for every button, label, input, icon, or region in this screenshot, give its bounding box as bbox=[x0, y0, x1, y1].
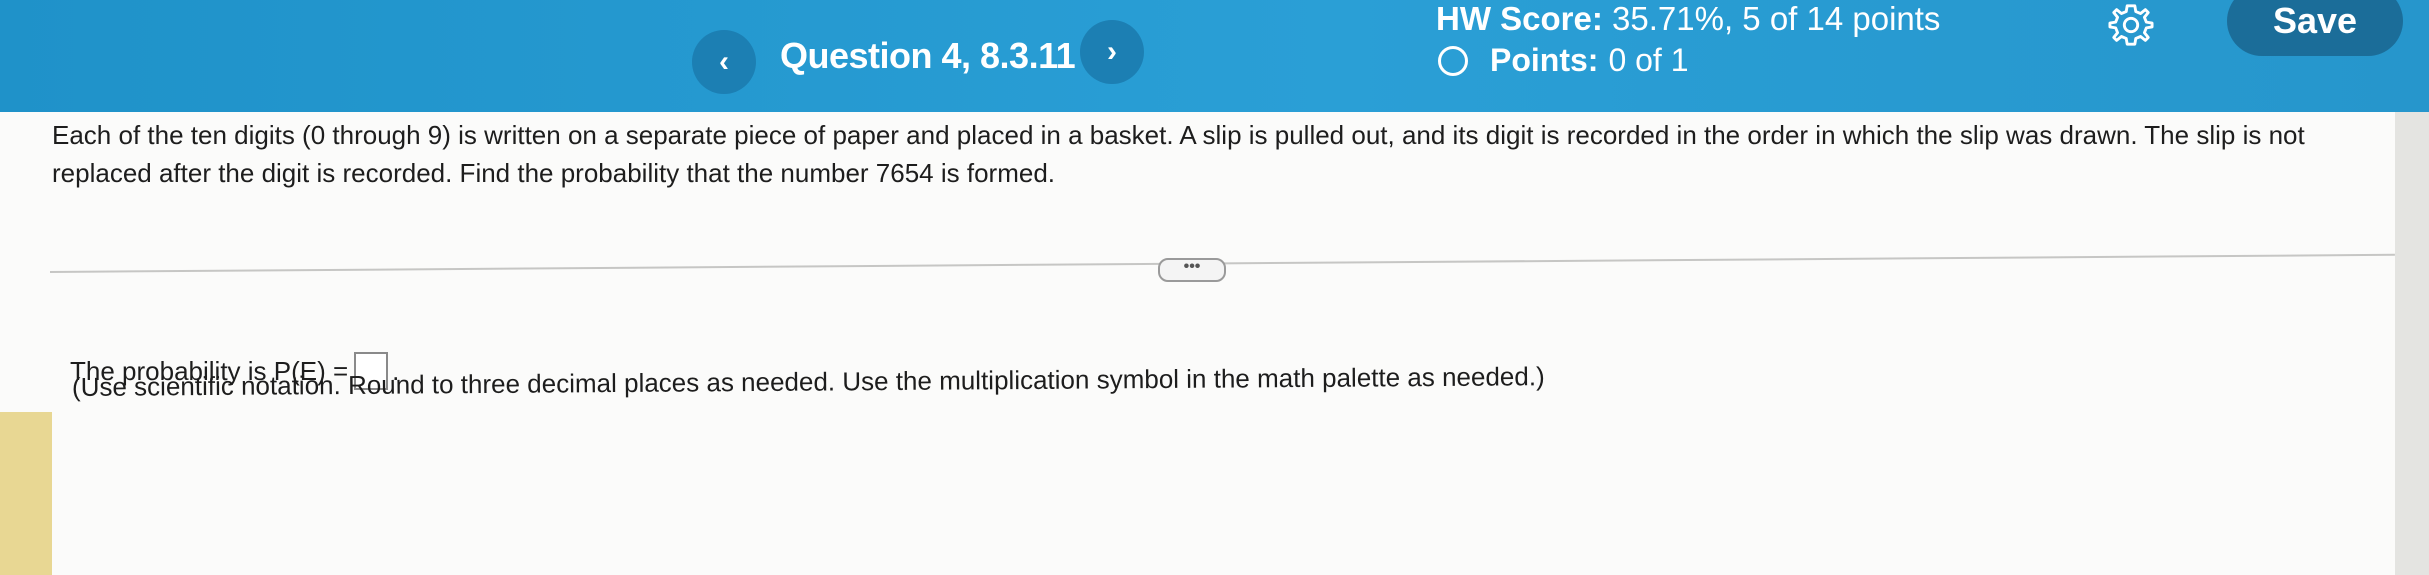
right-scroll-strip bbox=[2395, 112, 2429, 575]
chevron-right-icon: › bbox=[1107, 35, 1117, 68]
question-text: Each of the ten digits (0 through 9) is … bbox=[52, 120, 2305, 188]
points-value: 0 of 1 bbox=[1608, 42, 1689, 78]
points-status-circle-icon bbox=[1438, 45, 1468, 76]
chevron-left-icon: ‹ bbox=[719, 45, 729, 78]
question-title: Question 4, 8.3.11 bbox=[780, 35, 1076, 76]
gear-icon[interactable] bbox=[2108, 2, 2154, 48]
previous-question-button[interactable]: ‹ bbox=[692, 30, 756, 94]
hw-score: HW Score: 35.71%, 5 of 14 points bbox=[1436, 0, 1940, 38]
next-question-button[interactable]: › bbox=[1080, 20, 1144, 84]
save-button[interactable]: Save bbox=[2227, 0, 2403, 56]
hw-score-label: HW Score: bbox=[1436, 0, 1603, 37]
points-status: Points: 0 of 1 bbox=[1438, 42, 1689, 79]
left-highlight-strip bbox=[0, 412, 52, 575]
points-label: Points: bbox=[1490, 42, 1599, 78]
hw-score-value: 35.71%, 5 of 14 points bbox=[1612, 0, 1941, 37]
header-bar: ‹ Question 4, 8.3.11 › HW Score: 35.71%,… bbox=[0, 0, 2429, 112]
expand-more-button[interactable]: ••• bbox=[1158, 258, 1226, 282]
